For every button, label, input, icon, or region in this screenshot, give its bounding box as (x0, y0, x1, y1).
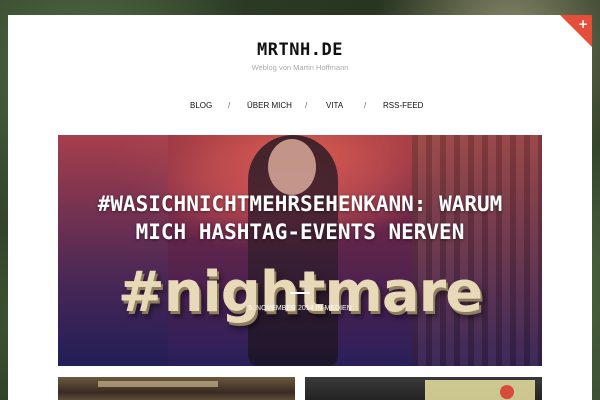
post-thumbnail-left[interactable] (58, 377, 295, 400)
nav-separator: / (305, 101, 308, 110)
featured-post-title[interactable]: #WASICHNICHTMEHRSEHENKANN: WARUM MICH HA… (68, 190, 532, 246)
nav-separator: / (364, 101, 367, 110)
site-description: Weblog von Martin Hoffmann (251, 63, 349, 72)
post-in-label: IN (315, 305, 323, 312)
thumbnail-image-detail (425, 380, 535, 400)
nav-separator: / (228, 101, 231, 110)
page-container: + MRTNH.DE Weblog von Martin Hoffmann BL… (8, 15, 592, 400)
site-title[interactable]: MRTNH.DE (8, 40, 592, 60)
post-category-link[interactable]: MEDIEN (325, 305, 352, 312)
hero-image-face (268, 139, 316, 195)
plus-icon[interactable]: + (578, 17, 588, 31)
hero-image-left-area (58, 135, 168, 366)
thumbnail-image-detail (500, 385, 514, 399)
title-divider (290, 292, 310, 294)
nav-item-ueber-mich[interactable]: ÜBER MICH (247, 101, 292, 110)
hero-image-trees (412, 135, 542, 366)
featured-post-meta: 5. NOVEMBER 2014 IN MEDIEN (58, 305, 542, 312)
nav-item-rss-feed[interactable]: RSS-FEED (383, 101, 423, 110)
main-navigation: BLOG / ÜBER MICH / VITA / RSS-FEED (8, 101, 592, 115)
nav-item-blog[interactable]: BLOG (190, 101, 212, 110)
post-thumbnail-right[interactable] (305, 377, 542, 400)
featured-post[interactable]: #nightmare #WASICHNICHTMEHRSEHENKANN: WA… (58, 135, 542, 366)
post-date[interactable]: 5. NOVEMBER 2014 (248, 305, 313, 312)
nav-item-vita[interactable]: VITA (326, 101, 343, 110)
